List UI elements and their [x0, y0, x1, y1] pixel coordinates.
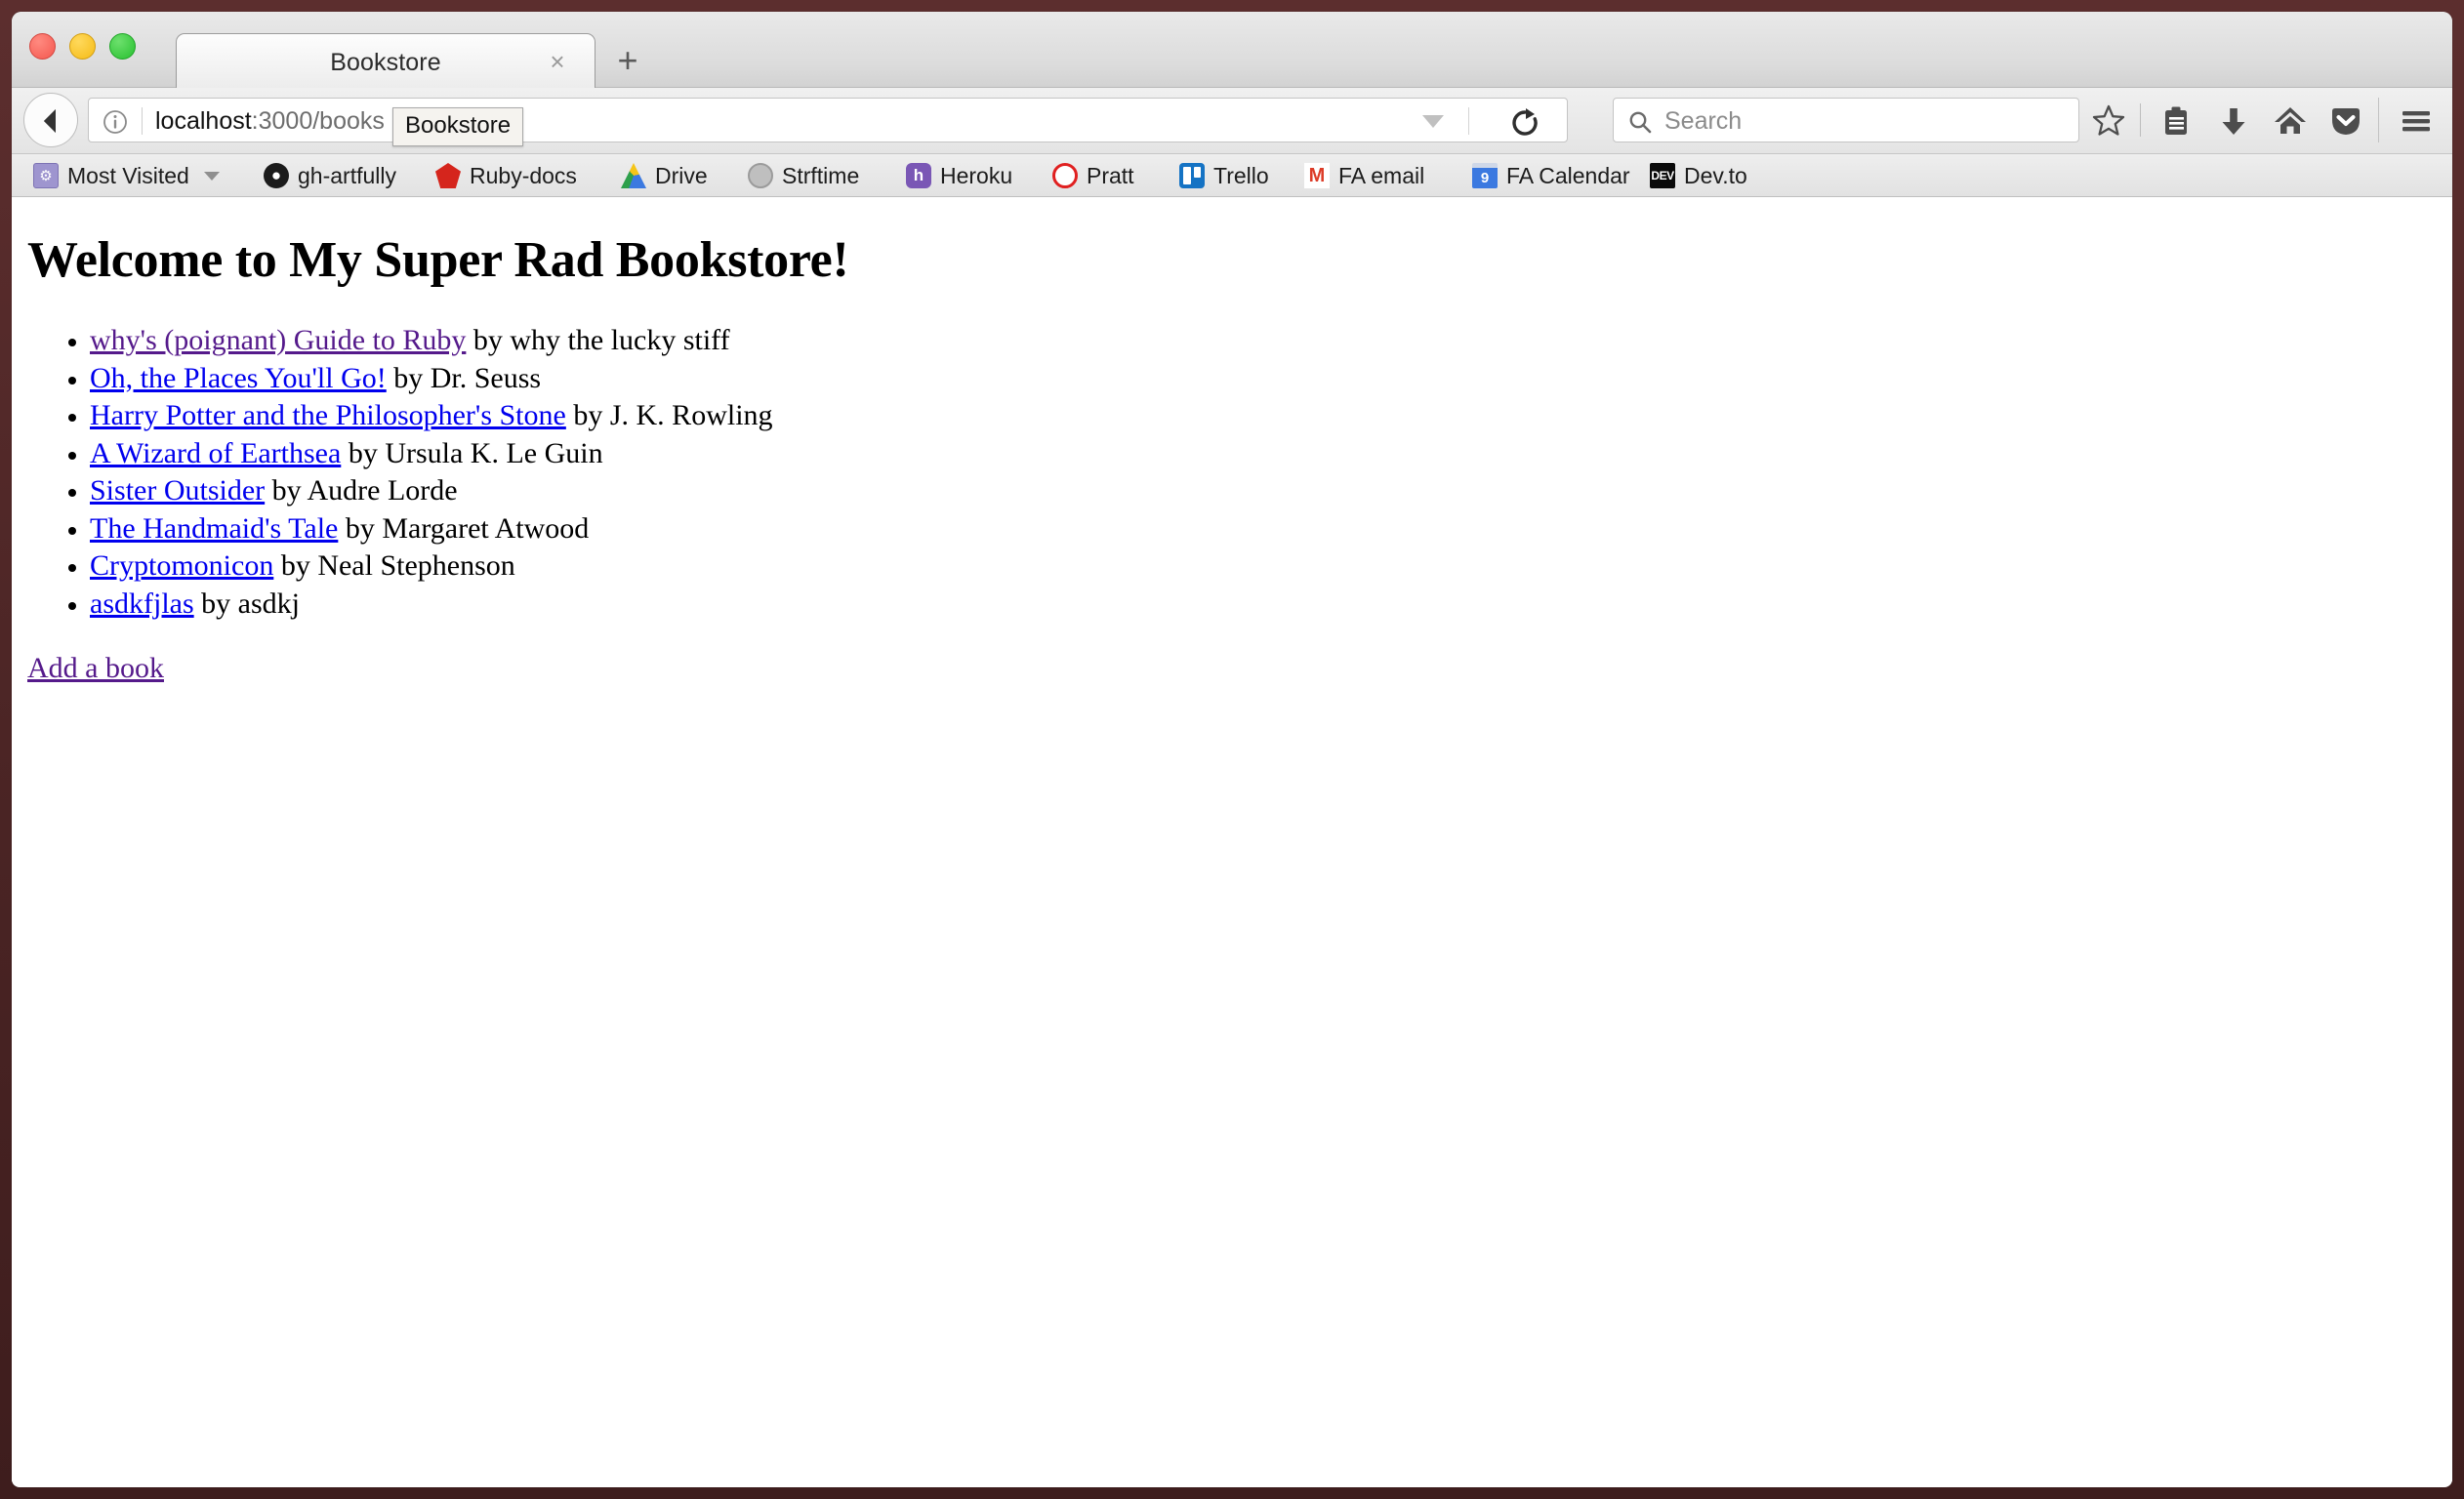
identity-info-icon[interactable] [102, 108, 129, 141]
search-icon [1626, 108, 1654, 141]
book-author: by Margaret Atwood [338, 511, 590, 545]
divider [2140, 103, 2141, 137]
tab-strip: Bookstore × + [12, 12, 2452, 89]
github-icon: ● [264, 163, 289, 188]
book-title-link[interactable]: asdkfjlas [90, 587, 194, 620]
back-button[interactable] [23, 93, 78, 147]
book-author: by why the lucky stiff [466, 324, 730, 356]
url-separator [142, 107, 143, 135]
book-title-link[interactable]: why's (poignant) Guide to Ruby [90, 324, 466, 356]
trello-icon [1179, 163, 1205, 188]
add-a-book-link[interactable]: Add a book [27, 652, 164, 685]
home-icon[interactable] [2273, 103, 2308, 139]
page-content: Welcome to My Super Rad Bookstore! why's… [12, 231, 2452, 1481]
book-author: by Audre Lorde [265, 474, 458, 506]
pratt-icon [1052, 163, 1078, 188]
book-title-link[interactable]: Oh, the Places You'll Go! [90, 362, 387, 394]
desktop-backdrop: Bookstore × + localhost:3000/books Searc… [0, 0, 2464, 1499]
window-controls [29, 33, 136, 60]
search-input[interactable]: Search [1613, 98, 2079, 142]
list-item: Sister Outsider by Audre Lorde [90, 472, 2437, 510]
bookmark-trello[interactable]: Trello [1173, 154, 1275, 197]
downloads-icon[interactable] [2216, 103, 2251, 139]
list-item: Harry Potter and the Philosopher's Stone… [90, 397, 2437, 435]
divider [1468, 107, 1469, 135]
bookmark-label: FA Calendar [1506, 162, 1630, 188]
list-item: Cryptomonicon by Neal Stephenson [90, 547, 2437, 586]
list-item: The Handmaid's Tale by Margaret Atwood [90, 510, 2437, 548]
drive-icon [621, 163, 646, 188]
back-arrow-icon [44, 109, 56, 133]
bookmark-heroku[interactable]: h Heroku [900, 154, 1018, 197]
bookmark-label: FA email [1338, 162, 1425, 188]
bookmark-ruby-docs[interactable]: Ruby-docs [430, 154, 583, 197]
bookmark-strftime[interactable]: Strftime [742, 154, 865, 197]
url-input[interactable]: localhost:3000/books [88, 98, 1568, 142]
list-item: why's (poignant) Guide to Ruby by why th… [90, 322, 2437, 360]
sidebar-list-icon[interactable] [2158, 103, 2194, 139]
reload-icon[interactable] [1508, 106, 1541, 140]
book-author: by asdkj [193, 587, 300, 620]
book-list: why's (poignant) Guide to Ruby by why th… [27, 322, 2437, 623]
bookmark-label: Heroku [940, 162, 1013, 188]
divider [2378, 98, 2379, 142]
bookmark-most-visited[interactable]: ⚙ Most Visited [27, 154, 226, 197]
book-author: by Ursula K. Le Guin [341, 436, 603, 469]
book-title-link[interactable]: Sister Outsider [90, 474, 265, 506]
bookmark-gh-artfully[interactable]: ● gh-artfully [258, 154, 402, 197]
bookmark-label: Strftime [782, 162, 860, 188]
url-host: localhost [155, 107, 252, 135]
close-icon[interactable]: × [546, 49, 569, 74]
globe-icon [748, 163, 773, 188]
navigation-toolbar: localhost:3000/books Search [12, 88, 2452, 154]
devto-icon: DEV [1650, 163, 1675, 188]
folder-icon: ⚙ [33, 163, 59, 188]
bookmark-fa-email[interactable]: M FA email [1298, 154, 1430, 197]
browser-window: Bookstore × + localhost:3000/books Searc… [12, 12, 2452, 1487]
hamburger-menu-icon[interactable] [2399, 103, 2434, 139]
list-item: Oh, the Places You'll Go! by Dr. Seuss [90, 360, 2437, 398]
bookmark-fa-calendar[interactable]: 9 FA Calendar [1466, 154, 1636, 197]
url-text: localhost:3000/books [155, 107, 385, 136]
url-path: :3000/books [251, 107, 385, 135]
heroku-icon: h [906, 163, 931, 188]
bookmark-label: gh-artfully [298, 162, 396, 188]
gmail-icon: M [1304, 163, 1330, 188]
search-placeholder: Search [1664, 107, 1743, 135]
gcal-icon: 9 [1472, 163, 1498, 188]
list-item: A Wizard of Earthsea by Ursula K. Le Gui… [90, 435, 2437, 473]
minimize-window-button[interactable] [69, 33, 96, 60]
book-title-link[interactable]: The Handmaid's Tale [90, 512, 338, 545]
bookmark-label: Dev.to [1684, 162, 1747, 188]
bookmark-label: Drive [655, 162, 708, 188]
bookmark-dev-to[interactable]: DEV Dev.to [1644, 154, 1753, 197]
tab-bookstore[interactable]: Bookstore × [176, 33, 595, 89]
bookmarks-bar: ⚙ Most Visited ● gh-artfully Ruby-docs Drive S… [12, 154, 2452, 197]
bookmark-star-icon[interactable] [2091, 103, 2126, 139]
chevron-down-icon[interactable] [203, 171, 220, 181]
bookmark-label: Trello [1213, 162, 1269, 188]
list-item: asdkfjlas by asdkj [90, 586, 2437, 624]
url-tooltip: Bookstore [392, 107, 524, 146]
book-title-link[interactable]: Cryptomonicon [90, 549, 273, 582]
chevron-down-icon[interactable] [1422, 115, 1444, 128]
pocket-icon[interactable] [2328, 103, 2363, 139]
maximize-window-button[interactable] [109, 33, 136, 60]
book-author: by Dr. Seuss [386, 361, 542, 394]
bookmark-label: Ruby-docs [470, 162, 577, 188]
book-author: by Neal Stephenson [273, 549, 515, 582]
tab-title: Bookstore [330, 49, 441, 76]
bookmark-label: Most Visited [67, 162, 189, 188]
ruby-gem-icon [435, 163, 461, 188]
bookmark-label: Pratt [1087, 162, 1134, 188]
book-author: by J. K. Rowling [565, 399, 773, 431]
page-title: Welcome to My Super Rad Bookstore! [27, 232, 849, 288]
new-tab-icon[interactable]: + [610, 43, 645, 80]
close-window-button[interactable] [29, 33, 56, 60]
book-title-link[interactable]: Harry Potter and the Philosopher's Stone [90, 399, 566, 431]
book-title-link[interactable]: A Wizard of Earthsea [90, 437, 341, 469]
bookmark-pratt[interactable]: Pratt [1047, 154, 1140, 197]
bookmark-drive[interactable]: Drive [615, 154, 714, 197]
